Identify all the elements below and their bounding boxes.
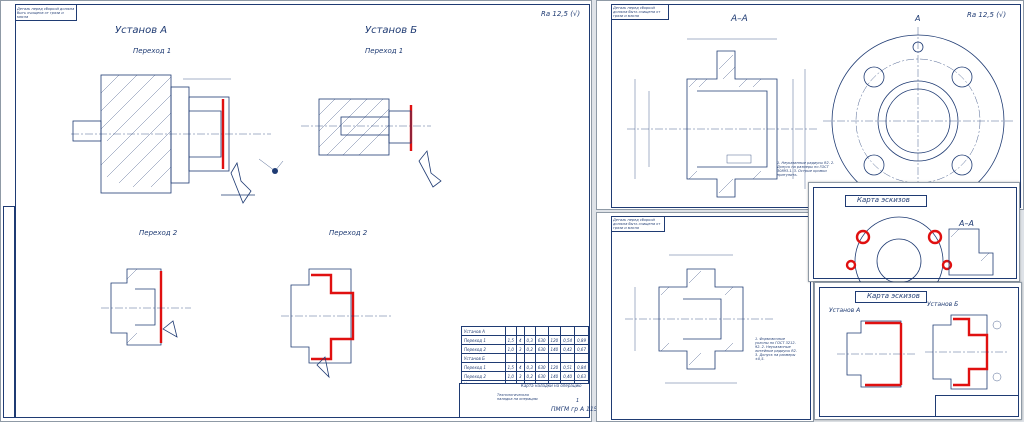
setup-b-label: Установ Б <box>927 301 959 308</box>
table-row: Переход 2 1,0 3 0,2 630 140 0,40 0,63 <box>461 371 589 381</box>
table-row: Переход 1 1,5 4 0,3 630 120 0,54 0,89 <box>461 335 589 345</box>
a-pass1-label: Переход 1 <box>133 47 172 55</box>
table-row: Установ А <box>461 326 589 336</box>
sketch-title: Карта эскизов <box>857 196 910 204</box>
sketch-setup-b-drawing <box>925 314 1009 390</box>
sheet-sketch-map-2: Карта эскизов Установ А Установ Б <box>814 282 1022 420</box>
section-label: А–А <box>731 14 748 24</box>
notes: 1. Формовочные уклоны по ГОСТ 3212-92. 2… <box>755 337 797 361</box>
title-block-sheet-no: 1 <box>576 398 580 404</box>
blank-section-drawing <box>625 254 775 384</box>
title-block-doc-title: Карта наладки на операцию <box>521 383 582 388</box>
section-a-a-drawing <box>627 38 817 198</box>
setup-a-label: Установ А <box>829 307 861 314</box>
roughness-mark: Ra 12,5 (√) <box>967 11 1007 19</box>
title-block-part: Технологическая наладка на операцию <box>497 393 538 401</box>
sheet-part-drawing: Деталь перед сборкой должна быть очищена… <box>596 0 1024 211</box>
b-pass1-label: Переход 1 <box>365 47 404 55</box>
setup-b-pass2-drawing <box>281 268 391 379</box>
corner-stamp-text: Деталь перед сборкой должна быть очищена… <box>613 6 661 18</box>
a-pass2-label: Переход 2 <box>139 229 178 237</box>
setup-b-pass1-drawing <box>301 98 442 188</box>
table-row: Переход 1 1,5 4 0,3 630 120 0,51 0,84 <box>461 362 589 372</box>
table-row: Установ Б <box>461 353 589 363</box>
sketch-title: Карта эскизов <box>867 292 920 300</box>
setup-a-label: Установ А <box>115 25 168 36</box>
sketch-setup-a-drawing <box>837 320 917 388</box>
corner-stamp-text: Деталь перед сборкой должна быть очищена… <box>613 218 661 230</box>
setup-a-pass1-drawing <box>71 74 271 204</box>
corner-stamp-text: Деталь перед сборкой должна быть очищена… <box>17 7 75 19</box>
sheet-setup-drawing: Деталь перед сборкой должна быть очищена… <box>0 0 597 422</box>
notes: 1. Неуказанные радиусы R2. 2. Допуск на … <box>777 161 835 177</box>
title-block-code: ПМГМ гр А 115 <box>551 406 598 413</box>
left-side-strip <box>3 206 15 418</box>
setup-b-label: Установ Б <box>365 25 418 36</box>
title-block <box>935 395 1019 417</box>
setup-a-pass2-drawing <box>101 268 191 346</box>
sketch-drawing <box>845 216 994 306</box>
table-row: Переход 2 1,0 3 0,2 630 140 0,42 0,67 <box>461 344 589 354</box>
roughness-mark: Ra 12,5 (√) <box>541 10 581 18</box>
sheet-sketch-map-1: Карта эскизов А–А <box>808 182 1020 306</box>
sheet-blank-drawing: Деталь перед сборкой должна быть очищена… <box>596 212 814 422</box>
b-pass2-label: Переход 2 <box>329 229 368 237</box>
coord-axes-a1 <box>258 158 284 174</box>
